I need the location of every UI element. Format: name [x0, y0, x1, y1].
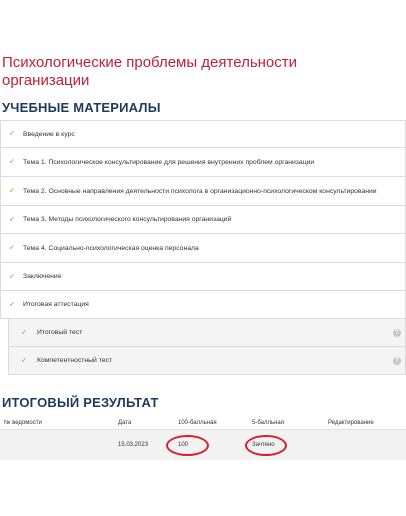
result-heading: ИТОГОВЫЙ РЕЗУЛЬТАТ: [2, 395, 159, 410]
checkmark-icon: ✓: [9, 158, 15, 166]
cell-score100-circled: 100: [166, 435, 209, 456]
column-header-edit: Редактирование: [328, 419, 374, 426]
help-icon[interactable]: ?: [393, 356, 401, 365]
page-title: Психологические проблемы деятельности ор…: [2, 54, 298, 89]
checkmark-icon: ✓: [9, 273, 15, 280]
material-item-topic-1[interactable]: ✓ Тема 1. Психологическое консультирован…: [0, 148, 406, 177]
table-row: 15.03.2023 100 Зачтено: [0, 430, 406, 460]
checkmark-icon: ✓: [9, 301, 15, 308]
column-header-date: Дата: [118, 419, 132, 426]
cell-score100-wrap: 100: [166, 435, 252, 456]
material-item-intro[interactable]: ✓ Введение в курс: [0, 120, 406, 148]
material-item-label: Тема 2. Основные направления деятельност…: [23, 187, 377, 195]
material-item-topic-2[interactable]: ✓ Тема 2. Основные направления деятельно…: [0, 177, 406, 206]
material-item-label: Введение в курс: [23, 130, 75, 138]
checkmark-icon: ✓: [21, 357, 27, 364]
checkmark-icon: ✓: [9, 216, 15, 223]
checkmark-icon: ✓: [9, 244, 15, 252]
highlight-oval: [245, 435, 287, 456]
materials-heading: УЧЕБНЫЕ МАТЕРИАЛЫ: [2, 100, 161, 115]
material-item-label: Заключение: [23, 273, 62, 280]
cell-score5-wrap: Зачтено: [245, 435, 328, 456]
column-header-score5: 5-балльная: [252, 419, 284, 426]
material-subitem-competency-test[interactable]: ✓ Компетентностный тест ?: [8, 347, 406, 375]
material-item-conclusion[interactable]: ✓ Заключение: [0, 263, 406, 291]
material-subitem-final-test[interactable]: ✓ Итоговый тест ?: [8, 319, 406, 347]
materials-list: ✓ Введение в курс ✓ Тема 1. Психологичес…: [0, 120, 406, 375]
highlight-oval: [166, 435, 209, 456]
material-subitem-label: Итоговый тест: [37, 329, 83, 336]
result-table-header: № ведомости Дата 100-балльная 5-балльная…: [0, 416, 406, 430]
checkmark-icon: ✓: [9, 187, 15, 195]
material-item-label: Тема 1. Психологическое консультирование…: [23, 158, 315, 166]
result-table: № ведомости Дата 100-балльная 5-балльная…: [0, 416, 406, 460]
checkmark-icon: ✓: [21, 329, 27, 336]
material-item-label: Итоговая аттестация: [23, 301, 89, 308]
material-item-label: Тема 4. Социально-психологическая оценка…: [23, 244, 199, 252]
material-item-final-attestation[interactable]: ✓ Итоговая аттестация: [0, 291, 406, 319]
checkmark-icon: ✓: [9, 130, 15, 138]
cell-score5-circled: Зачтено: [245, 435, 287, 456]
material-item-topic-3[interactable]: ✓ Тема 3. Методы психологического консул…: [0, 206, 406, 234]
help-icon[interactable]: ?: [393, 328, 401, 337]
column-header-score100: 100-балльная: [178, 419, 217, 426]
material-subitem-label: Компетентностный тест: [37, 357, 113, 364]
column-header-sheet: № ведомости: [4, 419, 42, 426]
material-item-topic-4[interactable]: ✓ Тема 4. Социально-психологическая оцен…: [0, 234, 406, 263]
material-item-label: Тема 3. Методы психологического консульт…: [23, 216, 232, 223]
